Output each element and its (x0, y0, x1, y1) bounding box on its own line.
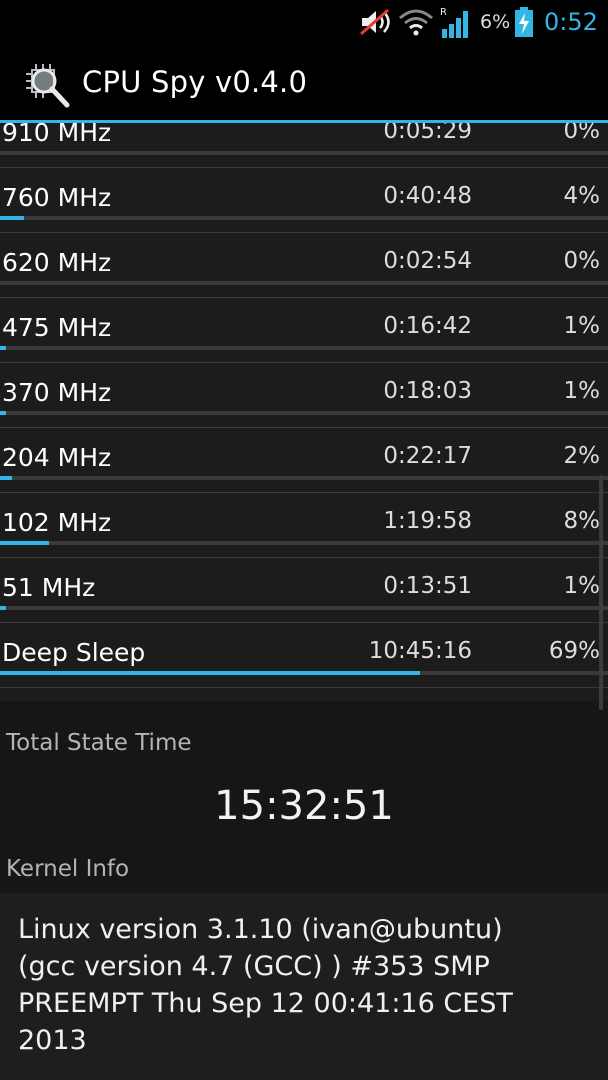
frequency-label: 51 MHz (2, 573, 96, 602)
frequency-label: 910 MHz (2, 123, 112, 147)
frequency-label: 102 MHz (2, 508, 112, 537)
percent-value: 2% (563, 443, 601, 469)
duration-value: 0:18:03 (383, 378, 472, 404)
duration-value: 0:16:42 (383, 313, 472, 339)
list-item[interactable]: 620 MHz 0:02:54 0% (0, 239, 608, 304)
usage-bar-fill (0, 541, 49, 545)
wifi-icon (398, 0, 436, 43)
duration-value: 0:02:54 (383, 248, 472, 274)
percent-value: 1% (563, 313, 601, 339)
row-divider (0, 232, 608, 233)
duration-value: 0:40:48 (383, 183, 472, 209)
row-divider (0, 362, 608, 363)
cpu-state-list[interactable]: 910 MHz 0:05:29 0% 760 MHz 0:40:48 4% 62… (0, 123, 608, 701)
percent-value: 8% (563, 508, 601, 534)
row-divider (0, 427, 608, 428)
frequency-label: 760 MHz (2, 183, 112, 212)
usage-bar (0, 216, 608, 220)
usage-bar (0, 151, 608, 155)
usage-bar-fill (0, 671, 420, 675)
percent-value: 69% (548, 638, 600, 664)
usage-bar-fill (0, 346, 7, 350)
row-divider (0, 622, 608, 623)
list-item[interactable]: 102 MHz 1:19:58 8% (0, 499, 608, 564)
scrollbar[interactable] (599, 475, 603, 710)
kernel-info-text: Linux version 3.1.10 (ivan@ubuntu) (gcc … (18, 914, 513, 1056)
app-title: CPU Spy v0.4.0 (82, 65, 308, 99)
duration-value: 0:05:29 (383, 123, 472, 144)
frequency-label: 620 MHz (2, 248, 112, 277)
row-divider (0, 492, 608, 493)
battery-charging-icon (514, 0, 538, 43)
duration-value: 1:19:58 (383, 508, 472, 534)
status-bar: R 6% 0:52 (0, 0, 608, 43)
usage-bar (0, 476, 608, 480)
kernel-info-label: Kernel Info (6, 856, 130, 882)
kernel-info-panel: Linux version 3.1.10 (ivan@ubuntu) (gcc … (0, 893, 608, 1080)
cpu-magnifier-icon[interactable] (23, 61, 71, 109)
percent-value: 0% (563, 123, 601, 144)
duration-value: 0:22:17 (383, 443, 472, 469)
total-state-time-value: 15:32:51 (214, 783, 394, 829)
usage-bar (0, 541, 608, 545)
list-item[interactable]: Deep Sleep 10:45:16 69% (0, 629, 608, 694)
usage-bar (0, 281, 608, 285)
usage-bar (0, 606, 608, 610)
list-item[interactable]: 475 MHz 0:16:42 1% (0, 304, 608, 369)
signal-icon: R (438, 0, 476, 43)
list-item[interactable]: 910 MHz 0:05:29 0% (0, 123, 608, 174)
total-state-time-label: Total State Time (6, 730, 192, 756)
list-item[interactable]: 51 MHz 0:13:51 1% (0, 564, 608, 629)
usage-bar-fill (0, 216, 25, 220)
frequency-label: 475 MHz (2, 313, 112, 342)
percent-value: 4% (563, 183, 601, 209)
row-divider (0, 167, 608, 168)
mute-icon (358, 0, 396, 43)
battery-percent: 6% (480, 10, 511, 33)
percent-value: 1% (563, 573, 601, 599)
usage-bar-fill (0, 411, 7, 415)
row-divider (0, 687, 608, 688)
percent-value: 0% (563, 248, 601, 274)
row-divider (0, 297, 608, 298)
usage-bar (0, 411, 608, 415)
frequency-label: 370 MHz (2, 378, 112, 407)
usage-bar-fill (0, 476, 13, 480)
row-divider (0, 557, 608, 558)
list-item[interactable]: 370 MHz 0:18:03 1% (0, 369, 608, 434)
duration-value: 0:13:51 (383, 573, 472, 599)
usage-bar (0, 346, 608, 350)
percent-value: 1% (563, 378, 601, 404)
usage-bar-fill (0, 606, 7, 610)
action-bar: CPU Spy v0.4.0 (0, 43, 608, 120)
duration-value: 10:45:16 (368, 638, 472, 664)
list-item[interactable]: 760 MHz 0:40:48 4% (0, 174, 608, 239)
usage-bar (0, 671, 608, 675)
signal-roaming-label: R (440, 7, 447, 18)
frequency-label: Deep Sleep (2, 638, 146, 667)
list-item[interactable]: 204 MHz 0:22:17 2% (0, 434, 608, 499)
frequency-label: 204 MHz (2, 443, 112, 472)
clock: 0:52 (544, 7, 598, 36)
